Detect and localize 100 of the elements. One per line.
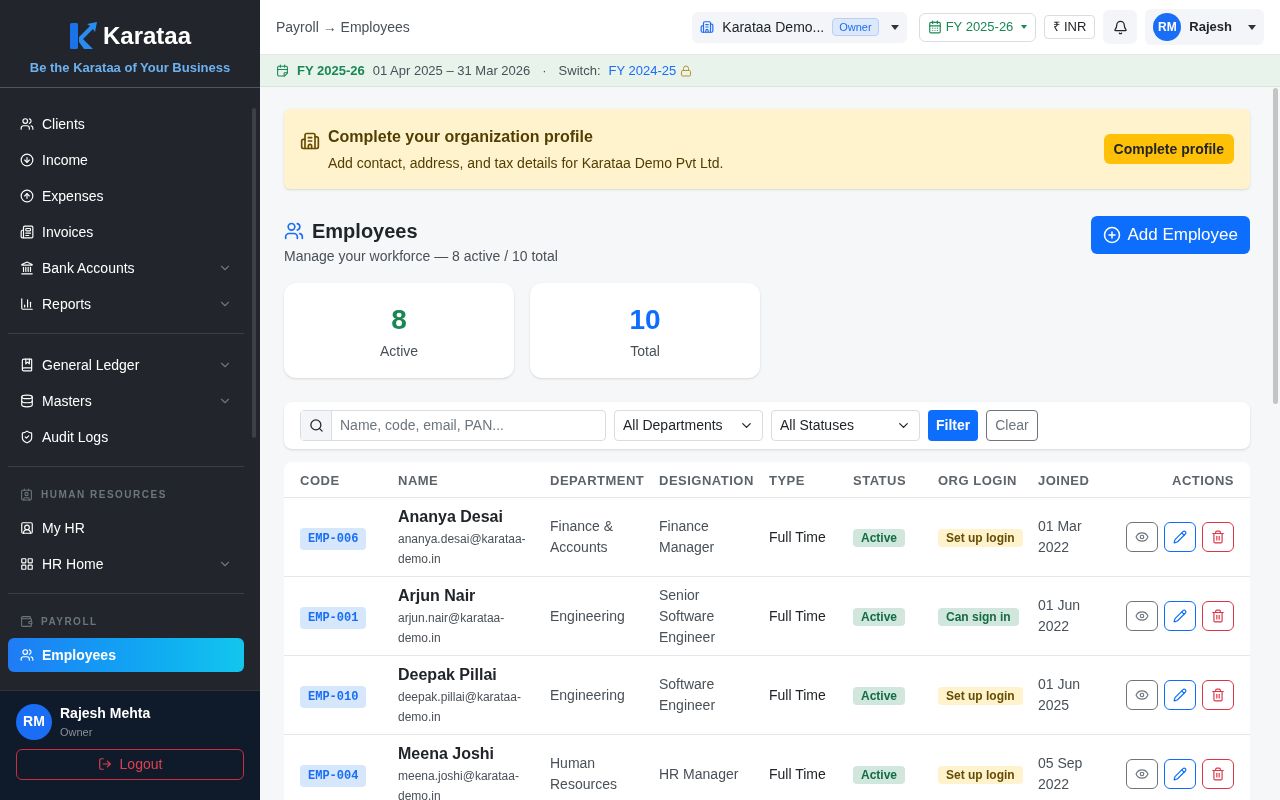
column-header: NAME — [398, 472, 439, 488]
edit-button[interactable] — [1164, 680, 1196, 710]
table-cell: 05 Sep 2022 — [1038, 755, 1083, 792]
delete-button[interactable] — [1202, 680, 1234, 710]
sidebar-item[interactable]: Audit Logs — [8, 420, 244, 454]
employee-email: deepak.pillai@karataa-demo.in — [398, 689, 522, 726]
wallet-icon — [20, 614, 33, 628]
view-button[interactable] — [1126, 601, 1158, 631]
table-cell: Senior Software Engineer — [659, 586, 716, 645]
filter-button[interactable]: Filter — [928, 410, 979, 441]
column-header: DESIGNATION — [659, 472, 754, 488]
bank-icon — [20, 261, 34, 275]
stat-value: 10 — [629, 303, 661, 337]
grid-icon — [20, 557, 34, 571]
table-cell: Full Time — [769, 607, 826, 624]
delete-button[interactable] — [1202, 759, 1234, 789]
section-heading: HUMAN RESOURCES — [41, 487, 167, 502]
caret-icon — [1021, 25, 1028, 29]
column-header: TYPE — [769, 472, 805, 488]
page-title: Employees — [312, 219, 418, 244]
sidebar-item[interactable]: Expenses — [8, 179, 244, 213]
fiscal-year: FY 2025-26 — [297, 61, 365, 80]
document-icon — [20, 225, 34, 239]
view-button[interactable] — [1126, 759, 1158, 789]
calendar-icon — [927, 20, 942, 34]
column-header: DEPARTMENT — [550, 472, 645, 488]
sidebar-item[interactable]: Invoices — [8, 215, 244, 249]
id-card-icon — [20, 487, 33, 501]
notice-text: Add contact, address, and tax details for Karataa Demo Pvt Ltd. — [328, 153, 725, 173]
page-subtitle: Manage your workforce — 8 active / 10 total — [284, 247, 559, 266]
breadcrumb: Payroll → Employees — [276, 17, 411, 37]
users-icon — [20, 648, 34, 662]
table-cell: Software Engineer — [659, 676, 716, 713]
edit-button[interactable] — [1164, 759, 1196, 789]
sidebar-item[interactable]: Masters — [8, 384, 244, 418]
view-button[interactable] — [1126, 522, 1158, 552]
sidebar-item[interactable]: Bank Accounts — [8, 251, 244, 285]
table-cell: 01 Jun 2025 — [1038, 676, 1081, 713]
status-badge: Active — [853, 607, 906, 626]
employee-name: Deepak Pillai — [398, 665, 498, 685]
logo-icon — [68, 20, 99, 51]
sidebar-item[interactable]: Clients — [8, 107, 244, 141]
table-cell: 01 Jun 2022 — [1038, 597, 1081, 634]
sidebar-item[interactable]: HR Home — [8, 547, 244, 581]
employee-email: ananya.desai@karataa-demo.in — [398, 531, 527, 568]
plus-circle-icon — [1103, 226, 1122, 244]
edit-button[interactable] — [1164, 601, 1196, 631]
add-employee-button[interactable]: Add Employee — [1091, 216, 1250, 254]
column-header: JOINED — [1038, 472, 1090, 488]
login-badge: Set up login — [938, 528, 1023, 547]
fiscal-year-selector[interactable]: FY 2025-26 — [918, 12, 1037, 42]
search-field[interactable]: Name, code, email, PAN... — [332, 415, 605, 436]
building-icon — [300, 131, 320, 151]
sidebar-item[interactable]: Income — [8, 143, 244, 177]
trash-icon — [1211, 530, 1225, 544]
table-cell: Engineering — [550, 607, 625, 624]
pencil-icon — [1173, 688, 1187, 702]
status-dropdown[interactable]: All Statuses — [771, 410, 920, 441]
organization-selector[interactable]: Karataa Demo... Owner — [692, 11, 907, 43]
delete-button[interactable] — [1202, 601, 1234, 631]
trash-icon — [1211, 767, 1225, 781]
edit-button[interactable] — [1164, 522, 1196, 552]
currency-button[interactable]: ₹ INR — [1044, 15, 1096, 39]
users-icon — [284, 221, 304, 241]
sidebar-item[interactable]: General Ledger — [8, 348, 244, 382]
department-dropdown[interactable]: All Departments — [614, 410, 763, 441]
eye-icon — [1135, 530, 1149, 544]
fiscal-year-link[interactable]: FY 2024-25 — [608, 60, 677, 81]
employee-name: Ananya Desai — [398, 507, 504, 527]
search-box[interactable]: Name, code, email, PAN... — [300, 410, 606, 441]
status-badge: Active — [853, 528, 906, 547]
delete-button[interactable] — [1202, 522, 1234, 552]
avatar: RM — [16, 703, 52, 740]
bell-icon — [1112, 19, 1128, 35]
sidebar-item[interactable]: My HR — [8, 511, 244, 545]
logout-button[interactable]: Logout — [16, 748, 244, 780]
pencil-icon — [1173, 609, 1187, 623]
table-cell: Full Time — [769, 765, 826, 782]
status-badge: Active — [853, 765, 906, 784]
shield-icon — [20, 430, 34, 444]
employee-code: EMP-001 — [300, 606, 367, 629]
view-button[interactable] — [1126, 680, 1158, 710]
table-cell: Full Time — [769, 528, 826, 545]
sidebar-item[interactable]: Reports — [8, 287, 244, 321]
column-header: STATUS — [853, 472, 907, 488]
table-cell: Finance & Accounts — [550, 518, 614, 555]
user-role: Owner — [60, 725, 94, 740]
complete-profile-button[interactable]: Complete profile — [1103, 134, 1234, 164]
clear-button[interactable]: Clear — [986, 410, 1038, 441]
employee-email: meena.joshi@karataa-demo.in — [398, 768, 520, 800]
building-icon — [700, 20, 715, 34]
eye-icon — [1135, 609, 1149, 623]
notifications-button[interactable] — [1103, 10, 1138, 44]
caret-icon — [1248, 24, 1256, 30]
login-badge: Set up login — [938, 686, 1023, 705]
eye-icon — [1135, 688, 1149, 702]
brand-tagline: Be the Karataa of Your Business — [29, 58, 231, 77]
user-menu[interactable]: RM Rajesh — [1145, 9, 1264, 45]
switch-label: Switch: — [558, 61, 601, 80]
caret-icon — [890, 24, 899, 30]
